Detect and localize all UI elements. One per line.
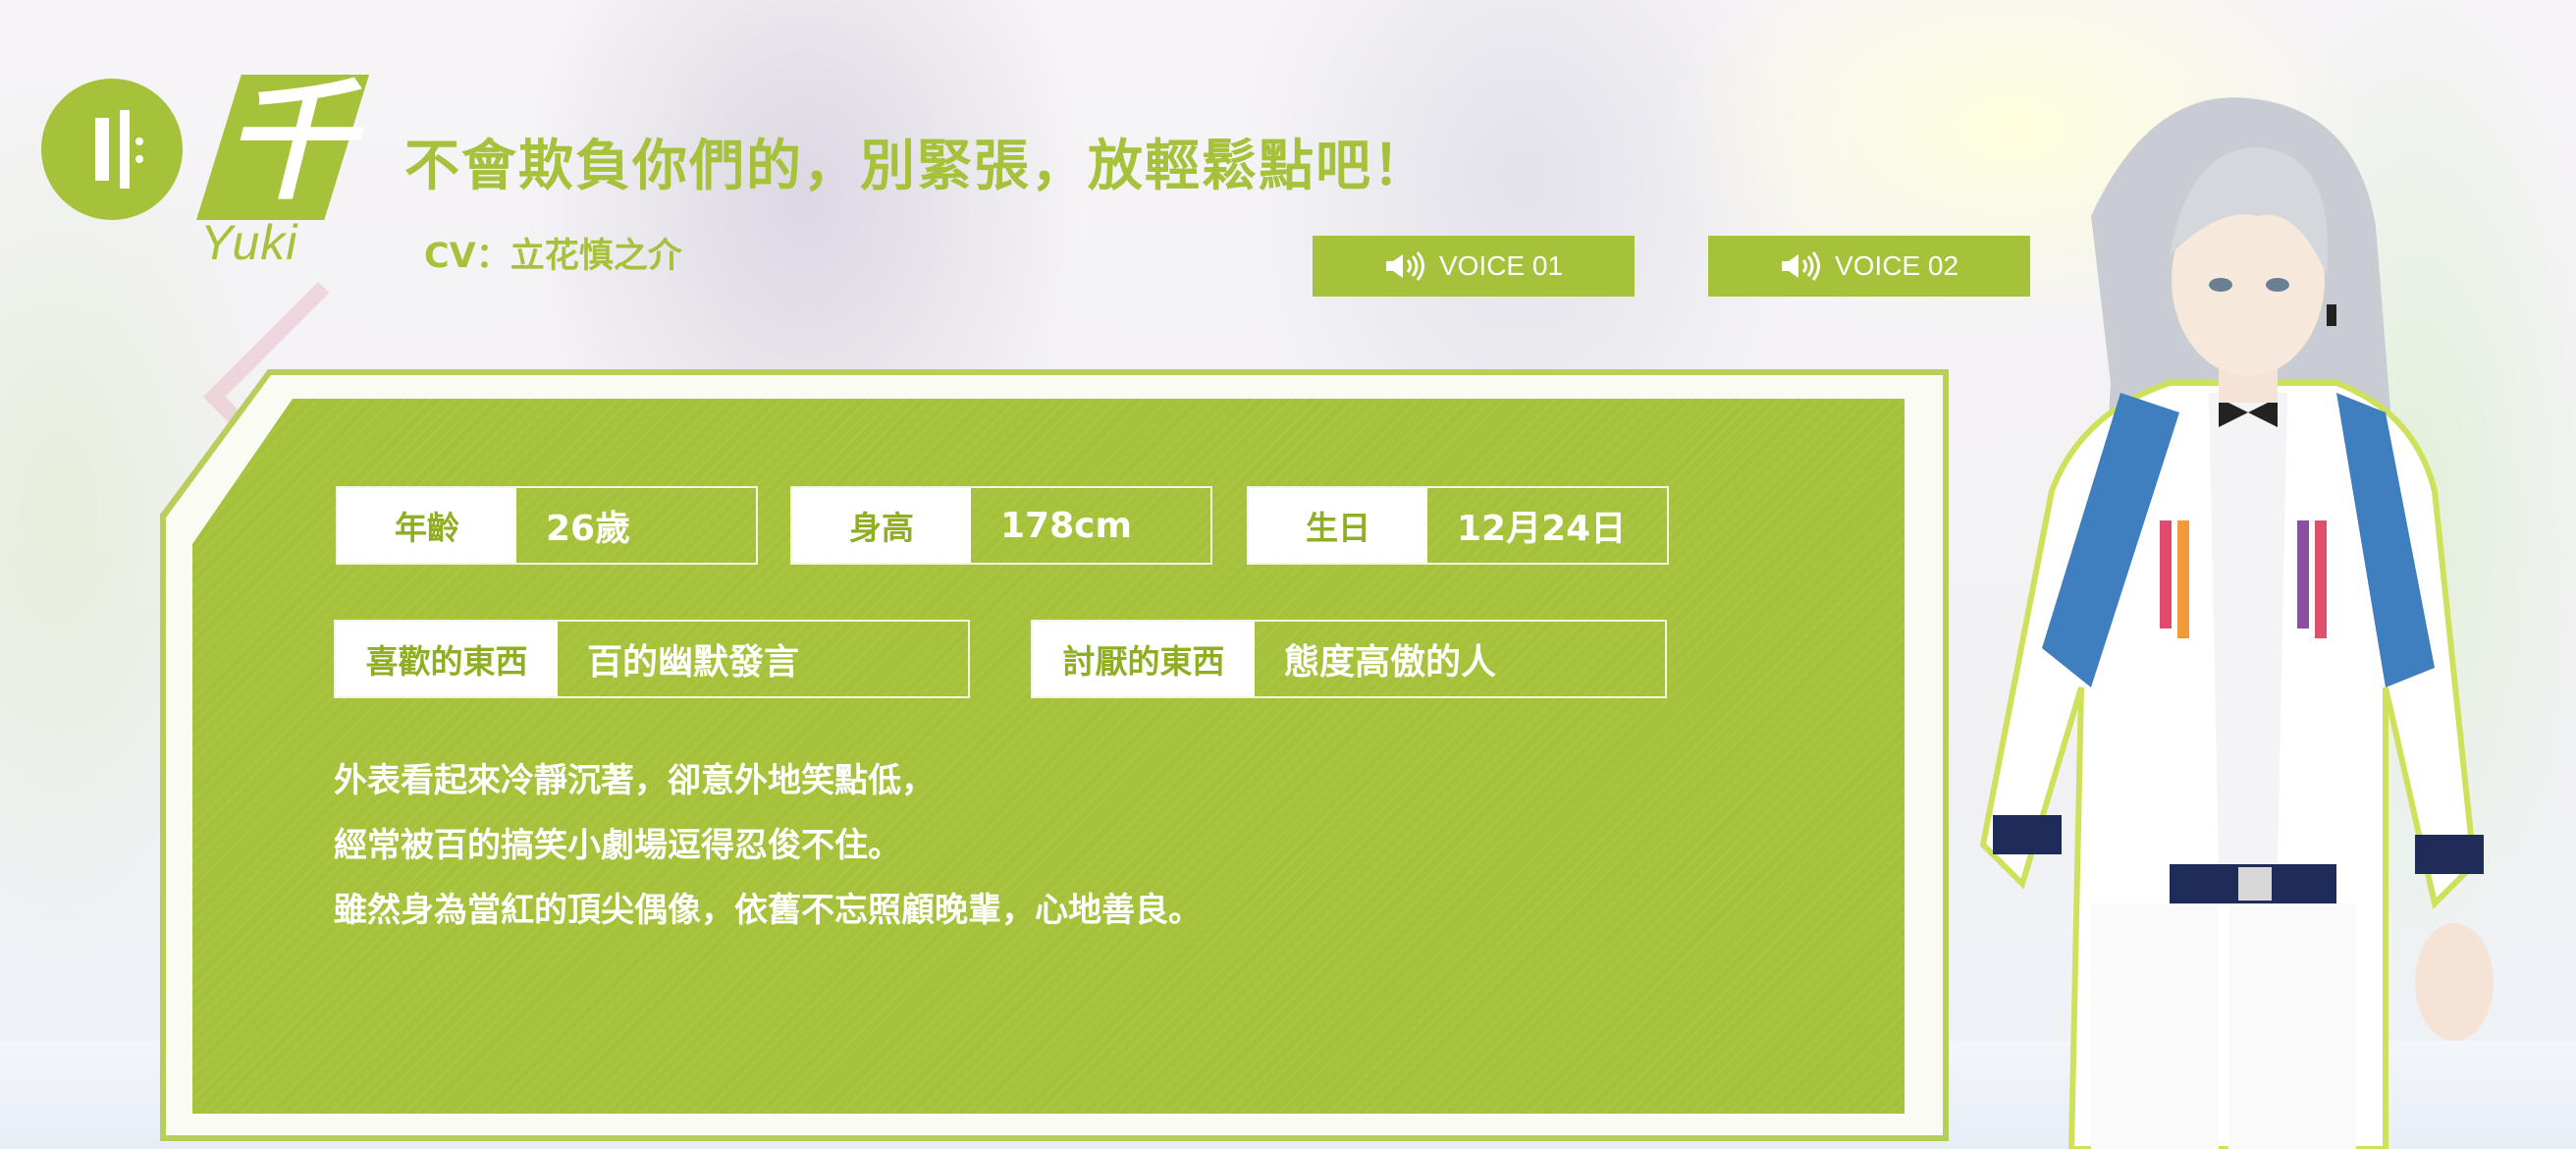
profile-dislikes: 討厭的東西 態度高傲的人 — [1031, 620, 1667, 698]
dislikes-value: 態度高傲的人 — [1284, 642, 1497, 683]
speaker-icon — [1385, 251, 1424, 281]
description-line: 外表看起來冷靜沉著，卻意外地笑點低， — [334, 761, 935, 800]
character-quote: 不會欺負你們的，別緊張，放輕鬆點吧！ — [404, 135, 1429, 198]
birthday-label: 生日 — [1249, 488, 1427, 563]
birthday-value: 12月24日 — [1457, 509, 1627, 549]
character-name-roman: Yuki — [200, 215, 298, 270]
description-line: 經常被百的搞笑小劇場逗得忍俊不住。 — [334, 826, 901, 865]
likes-value: 百的幽默發言 — [587, 642, 800, 683]
profile-birthday: 生日 12月24日 — [1247, 486, 1669, 565]
profile-likes: 喜歡的東西 百的幽默發言 — [334, 620, 970, 698]
age-value: 26歲 — [546, 509, 631, 549]
group-logo-icon — [41, 79, 183, 220]
voice-01-label: VOICE 01 — [1438, 250, 1564, 281]
character-illustration — [1979, 97, 2494, 1149]
height-label: 身高 — [792, 488, 971, 563]
dislikes-label: 討厭的東西 — [1033, 622, 1255, 696]
likes-label: 喜歡的東西 — [336, 622, 558, 696]
height-value: 178cm — [1000, 505, 1132, 546]
voice-actor-credit: CV：立花慎之介 — [424, 237, 682, 276]
character-name-kanji: 千 — [224, 67, 353, 218]
age-label: 年齡 — [338, 488, 516, 563]
speaker-icon — [1781, 251, 1820, 281]
profile-age: 年齡 26歲 — [336, 486, 758, 565]
description-line: 雖然身為當紅的頂尖偶像，依舊不忘照顧晚輩，心地善良。 — [334, 891, 1202, 930]
character-description: 外表看起來冷靜沉著，卻意外地笑點低， 經常被百的搞笑小劇場逗得忍俊不住。 雖然身… — [334, 748, 1202, 943]
profile-height: 身高 178cm — [790, 486, 1212, 565]
voice-01-button[interactable]: VOICE 01 — [1313, 236, 1635, 297]
